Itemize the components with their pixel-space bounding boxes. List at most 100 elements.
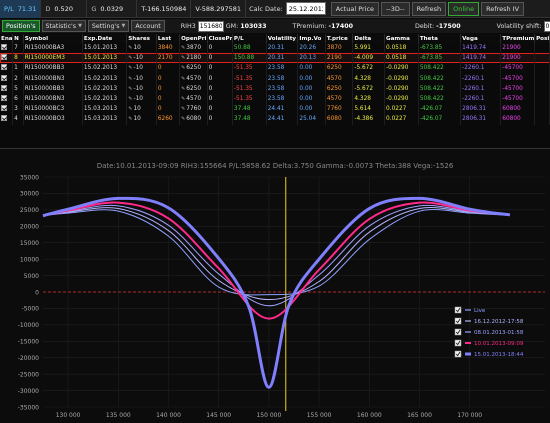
column-header[interactable]: Symbol xyxy=(23,34,83,43)
enable-cell xyxy=(0,83,14,94)
cell-value: 2806.31 xyxy=(462,106,487,113)
cell-value: RI150000BA3 xyxy=(24,45,65,52)
edit-icon[interactable]: ✎ xyxy=(181,96,185,102)
cell-close: 0 xyxy=(207,93,233,105)
cell-value: 7 xyxy=(14,45,18,52)
column-header[interactable]: Imp.Vo xyxy=(297,34,326,43)
enable-checkbox[interactable] xyxy=(1,105,7,112)
enable-checkbox[interactable] xyxy=(1,95,7,102)
column-header[interactable]: T.price xyxy=(325,34,354,43)
tab-positions[interactable]: Position's xyxy=(2,20,40,32)
y-tick-label: 25000 xyxy=(20,207,39,214)
column-header[interactable]: Enal xyxy=(0,34,14,43)
column-header[interactable]: Shares xyxy=(126,34,157,43)
price-input[interactable] xyxy=(197,20,224,32)
column-header[interactable]: OpenPri xyxy=(179,34,208,43)
delta-value: 0.520 xyxy=(54,4,73,13)
calc-date-input[interactable] xyxy=(285,2,326,15)
vol-shift-input[interactable] xyxy=(543,20,550,32)
table-row[interactable]: 2 RI150000BN3 15.02.2013 ✎-10 0 ✎4570 0 -51.35 2… xyxy=(0,73,550,84)
enable-cell xyxy=(0,43,14,54)
view-3d-button[interactable]: --3D-- xyxy=(381,1,410,16)
table-row[interactable]: 3 RI150000BC3 15.03.2013 ✎10 0 ✎7760 0 37.48 24.… xyxy=(0,104,550,115)
edit-icon[interactable]: ✎ xyxy=(181,106,185,112)
cell-value: 0 xyxy=(208,65,213,72)
legend-checkbox[interactable] xyxy=(454,317,462,325)
tab-account[interactable]: Account xyxy=(131,20,165,32)
legend-checkbox[interactable] xyxy=(454,350,462,358)
table-row[interactable]: 6 RI150000BN3 15.02.2013 ✎-10 0 ✎4570 0 -51.35 2… xyxy=(0,93,550,105)
x-axis-ticks: 130 000 135 000 140 000 145 000 150 000 155 0… xyxy=(56,412,483,419)
enable-checkbox[interactable] xyxy=(1,74,7,81)
tab-settings[interactable]: Setting's ▼ xyxy=(87,20,130,32)
cell-imp: 0.00 xyxy=(297,63,326,74)
cell-n: 4 xyxy=(12,114,24,125)
cell-value: -51.35 xyxy=(233,65,253,72)
y-tick-label: 10000 xyxy=(20,256,39,263)
enable-checkbox[interactable] xyxy=(1,44,7,51)
table-row[interactable]: 7 RI150000BA3 15.01.2013 ✎10 3840 ✎3870 0 50.88… xyxy=(0,43,550,54)
column-header[interactable]: Volatility xyxy=(266,34,299,43)
enable-checkbox[interactable] xyxy=(1,115,7,122)
cell-value: 0 xyxy=(157,106,162,113)
edit-icon[interactable]: ✎ xyxy=(128,116,132,122)
column-header[interactable]: Exp.Date xyxy=(82,34,128,43)
edit-icon[interactable]: ✎ xyxy=(128,45,132,51)
edit-icon[interactable]: ✎ xyxy=(128,106,132,112)
edit-icon[interactable]: ✎ xyxy=(181,76,185,82)
edit-icon[interactable]: ✎ xyxy=(128,86,132,92)
table-row[interactable]: 5 RI150000BB3 15.02.2013 ✎-10 0 ✎6250 0 -51.35 2… xyxy=(0,83,550,94)
column-header[interactable]: P/L xyxy=(232,34,267,43)
refresh-iv-button[interactable]: Refresh IV xyxy=(481,1,525,16)
legend-checkbox[interactable] xyxy=(454,306,462,314)
online-button[interactable]: Online xyxy=(448,1,480,16)
legend-checkbox[interactable] xyxy=(454,328,462,336)
cell-value: -0.0290 xyxy=(386,96,409,103)
cell-imp: 0.00 xyxy=(297,93,326,105)
cell-value: -2260.1 xyxy=(462,65,485,72)
column-header[interactable]: TPremium xyxy=(500,34,536,43)
chevron-down-icon: ▼ xyxy=(121,23,126,29)
legend-checkbox[interactable] xyxy=(454,339,462,347)
cell-tprice: 6080 xyxy=(325,114,354,125)
gamma-label: G xyxy=(91,4,97,13)
column-header[interactable]: Vega xyxy=(460,34,502,43)
edit-icon[interactable]: ✎ xyxy=(181,65,185,71)
edit-icon[interactable]: ✎ xyxy=(181,45,185,51)
column-header[interactable]: Last xyxy=(156,34,181,43)
actual-price-button[interactable]: Actual Price xyxy=(330,1,380,16)
edit-icon[interactable]: ✎ xyxy=(128,96,132,102)
edit-icon[interactable]: ✎ xyxy=(128,55,132,61)
edit-icon[interactable]: ✎ xyxy=(181,55,185,61)
column-header[interactable]: Posi xyxy=(534,34,550,43)
x-tick-label: 160 000 xyxy=(357,412,382,419)
cell-value: 150.88 xyxy=(233,55,255,62)
app-window: P/L 71.31 D 0.520 G 0.0329 T-166.150984 … xyxy=(0,0,550,423)
edit-icon[interactable]: ✎ xyxy=(181,116,185,122)
refresh-button[interactable]: Refresh xyxy=(411,1,447,16)
enable-cell xyxy=(0,53,14,64)
cell-value: -426.07 xyxy=(419,106,443,113)
table-row[interactable]: 4 RI150000BO3 15.03.2013 ✎10 6260 ✎6080 0 37.48… xyxy=(0,114,550,125)
enable-checkbox[interactable] xyxy=(1,54,7,61)
edit-icon[interactable]: ✎ xyxy=(128,76,132,82)
table-row[interactable]: 1 RI150000BB3 15.02.2013 ✎-10 0 ✎6250 0 -51.35 2… xyxy=(0,63,550,74)
cell-value: -5.672 xyxy=(354,85,374,92)
cell-value: 0 xyxy=(208,96,213,103)
column-header[interactable]: Theta xyxy=(418,34,462,43)
edit-icon[interactable]: ✎ xyxy=(181,86,185,92)
column-header[interactable]: Delta xyxy=(352,34,386,43)
column-header[interactable]: ClosePri xyxy=(207,34,233,43)
cell-delta: -4.386 xyxy=(352,114,386,125)
tab-statistics[interactable]: Statistic's ▼ xyxy=(41,20,86,32)
enable-checkbox[interactable] xyxy=(1,84,7,91)
cell-gamma: 0.0518 xyxy=(384,43,419,54)
cell-value: 0.00 xyxy=(299,85,313,92)
enable-checkbox[interactable] xyxy=(1,64,7,71)
edit-icon[interactable]: ✎ xyxy=(128,65,132,71)
column-header[interactable]: N xyxy=(12,34,24,43)
table-row[interactable]: 8 RI150000EM3 15.01.2013 ✎-10 2170 ✎2180 0 150.… xyxy=(0,53,550,64)
cell-delta: -5.672 xyxy=(352,63,386,74)
column-header[interactable]: Gamma xyxy=(384,34,419,43)
cell-value: -4.386 xyxy=(354,116,374,123)
